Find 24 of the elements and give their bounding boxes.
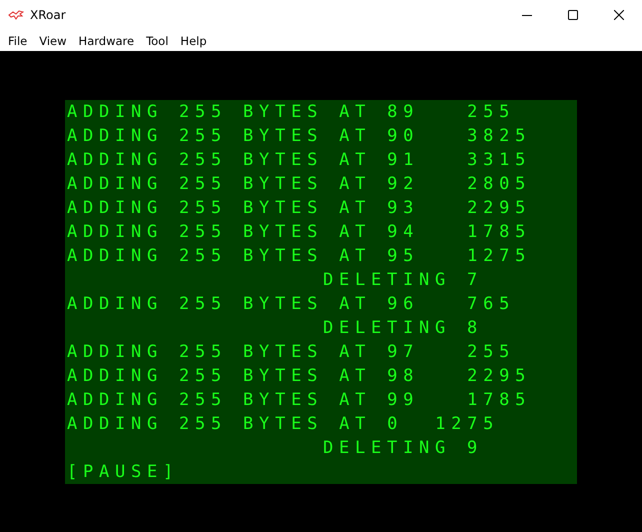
- screen-text-line: DELETING 8: [322, 318, 484, 338]
- screen-text-line: ADDING 255 BYTES AT 96 765: [66, 294, 516, 314]
- screen-text-line: ADDING 255 BYTES AT 94 1785: [66, 222, 532, 242]
- menu-item[interactable]: View: [33, 30, 73, 50]
- screen-text-line: ADDING 255 BYTES AT 98 2295: [66, 366, 532, 386]
- screen-text-line: ADDING 255 BYTES AT 92 2805: [66, 174, 532, 194]
- menu-item[interactable]: Help: [174, 30, 213, 50]
- menu-item[interactable]: Tool: [140, 30, 174, 50]
- close-icon: [614, 10, 624, 20]
- screen-text-line: DELETING 9: [322, 438, 484, 458]
- screen-text-line: ADDING 255 BYTES AT 99 1785: [66, 390, 532, 410]
- menu-item[interactable]: Hardware: [72, 30, 140, 50]
- screen-text-line: DELETING 7: [322, 270, 484, 290]
- screen-text-line: ADDING 255 BYTES AT 90 3825: [66, 126, 532, 146]
- window-title: XRoar: [30, 8, 66, 22]
- menu-item[interactable]: File: [2, 30, 34, 50]
- screen-text-line: ADDING 255 BYTES AT 95 1275: [66, 246, 532, 266]
- screen-text-line: ADDING 255 BYTES AT 93 2295: [66, 198, 532, 218]
- screen-text-line: ADDING 255 BYTES AT 89 255: [66, 102, 516, 122]
- screen-text-line: ADDING 255 BYTES AT 91 3315: [66, 150, 532, 170]
- maximize-icon: [568, 10, 578, 20]
- screen-text-line: ADDING 255 BYTES AT 97 255: [66, 342, 516, 362]
- screen-text-line: ADDING 255 BYTES AT 0 1275: [66, 414, 500, 434]
- screen-text-line: [PAUSE]: [66, 462, 180, 482]
